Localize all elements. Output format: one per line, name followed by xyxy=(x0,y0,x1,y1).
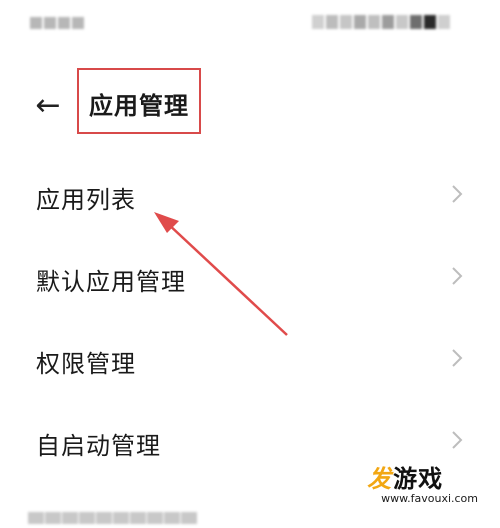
bottom-bar-blur xyxy=(28,509,198,528)
menu-item-app-list[interactable]: 应用列表 xyxy=(0,158,500,232)
menu-item-label: 权限管理 xyxy=(36,350,136,378)
app-header: ← 应用管理 xyxy=(0,68,500,138)
watermark: 发 游戏 www.favouxi.com xyxy=(367,459,478,505)
back-arrow-icon[interactable]: ← xyxy=(30,88,66,124)
watermark-logo: 发 xyxy=(367,465,392,493)
menu-item-default-apps[interactable]: 默认应用管理 xyxy=(0,240,500,314)
menu-item-label: 自启动管理 xyxy=(36,432,161,460)
menu-item-permissions[interactable]: 权限管理 xyxy=(0,322,500,396)
chevron-right-icon xyxy=(452,349,463,367)
page-title: 应用管理 xyxy=(89,92,189,120)
status-bar-left xyxy=(30,14,86,33)
status-bar-right xyxy=(312,14,452,33)
chevron-right-icon xyxy=(452,431,463,449)
watermark-url: www.favouxi.com xyxy=(381,492,478,505)
chevron-right-icon xyxy=(452,267,463,285)
chevron-right-icon xyxy=(452,185,463,203)
menu-item-label: 应用列表 xyxy=(36,186,136,214)
watermark-name: 游戏 xyxy=(393,465,444,493)
menu-item-label: 默认应用管理 xyxy=(36,268,186,296)
